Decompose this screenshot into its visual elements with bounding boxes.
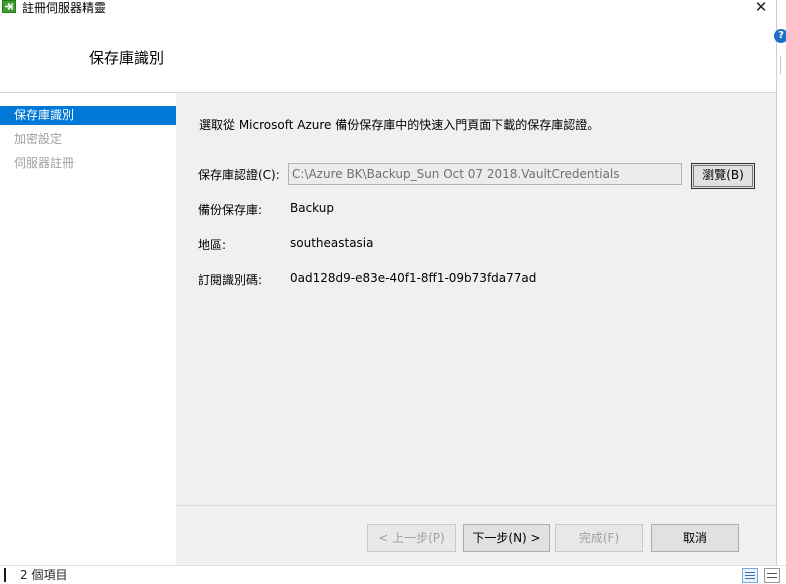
- wizard-arrow-icon: [2, 0, 16, 13]
- item-count-text: 2 個項目: [20, 568, 68, 582]
- subscription-id-value: 0ad128d9-e83e-40f1-8ff1-09b73fda77ad: [290, 271, 537, 285]
- explorer-status-bar: 2 個項目: [0, 565, 786, 584]
- instruction-text: 選取從 Microsoft Azure 備份保存庫中的快速入門頁面下載的保存庫認…: [199, 118, 600, 132]
- sidebar-item-encryption-settings[interactable]: 加密設定: [0, 130, 176, 149]
- title-bar: 註冊伺服器精靈 ✕: [0, 0, 775, 16]
- background-window-divider: [780, 56, 786, 74]
- wizard-footer: < 上一步(P) 下一步(N) > 完成(F) 取消: [176, 505, 776, 565]
- vault-value: Backup: [290, 201, 334, 215]
- close-button[interactable]: ✕: [748, 0, 774, 17]
- vault-label: 備份保存庫:: [198, 203, 263, 217]
- credentials-path-field[interactable]: C:\Azure BK\Backup_Sun Oct 07 2018.Vault…: [288, 163, 682, 185]
- next-button[interactable]: 下一步(N) >: [463, 524, 550, 552]
- cancel-button[interactable]: 取消: [651, 524, 739, 552]
- finish-button[interactable]: 完成(F): [555, 524, 643, 552]
- credentials-label: 保存庫認證(C):: [198, 168, 280, 182]
- status-marker: [4, 568, 6, 582]
- wizard-steps-sidebar: 保存庫識別 加密設定 伺服器註冊: [0, 93, 176, 565]
- details-view-icon[interactable]: [742, 568, 758, 583]
- previous-button[interactable]: < 上一步(P): [367, 524, 456, 552]
- browse-button[interactable]: 瀏覽(B): [691, 163, 755, 189]
- sidebar-item-vault-identification[interactable]: 保存庫識別: [0, 106, 176, 125]
- subscription-id-label: 訂閱識別碼:: [198, 273, 263, 287]
- help-icon[interactable]: ?: [774, 29, 786, 43]
- list-view-icon[interactable]: [764, 568, 780, 583]
- page-title: 保存庫識別: [89, 49, 165, 67]
- sidebar-item-server-registration[interactable]: 伺服器註冊: [0, 154, 176, 173]
- wizard-window: 註冊伺服器精靈 ✕ 保存庫識別 保存庫識別 加密設定 伺服器註冊 選取從 Mic…: [0, 0, 776, 565]
- content-panel: 選取從 Microsoft Azure 備份保存庫中的快速入門頁面下載的保存庫認…: [176, 93, 776, 505]
- region-value: southeastasia: [290, 236, 374, 250]
- window-title: 註冊伺服器精靈: [22, 1, 107, 15]
- region-label: 地區:: [198, 238, 227, 252]
- background-window-edge: [776, 0, 786, 565]
